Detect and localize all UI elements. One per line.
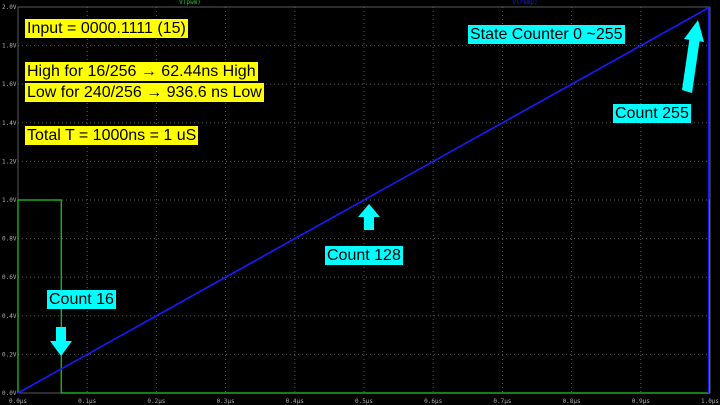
x-tick-label: 0.3µs bbox=[217, 398, 235, 405]
annotation-count-255: Count 255 bbox=[613, 104, 691, 123]
y-tick-label: 0.0V bbox=[2, 390, 17, 397]
y-tick-label: 1.2V bbox=[2, 158, 17, 165]
x-tick-label: 0.5µs bbox=[355, 398, 373, 405]
y-tick-label: 1.4V bbox=[2, 120, 17, 127]
x-tick-label: 0.1µs bbox=[78, 398, 96, 405]
x-tick-label: 0.4µs bbox=[286, 398, 304, 405]
x-tick-label: 0.6µs bbox=[424, 398, 442, 405]
y-tick-label: 0.4V bbox=[2, 313, 17, 320]
legend-entry[interactable]: V(pwm) bbox=[179, 0, 201, 6]
x-tick-label: 0.7µs bbox=[493, 398, 511, 405]
annotation-input: Input = 0000.1111 (15) bbox=[25, 19, 188, 38]
y-tick-label: 2.0V bbox=[2, 4, 17, 11]
annotation-count-128: Count 128 bbox=[325, 246, 403, 265]
x-tick-label: 0.0µs bbox=[9, 398, 27, 405]
x-tick-label: 0.2µs bbox=[147, 398, 165, 405]
legend-entry[interactable]: V(ramp) bbox=[512, 0, 537, 6]
y-tick-label: 0.6V bbox=[2, 274, 17, 281]
y-tick-label: 0.2V bbox=[2, 351, 17, 358]
y-tick-label: 1.0V bbox=[2, 197, 17, 204]
annotation-state-counter: State Counter 0 ~255 bbox=[468, 25, 625, 44]
x-tick-label: 0.9µs bbox=[632, 398, 650, 405]
annotation-count-16: Count 16 bbox=[47, 290, 116, 309]
y-tick-label: 0.8V bbox=[2, 236, 17, 243]
y-tick-label: 1.8V bbox=[2, 43, 17, 50]
y-tick-label: 1.6V bbox=[2, 81, 17, 88]
x-tick-label: 1.0µs bbox=[701, 398, 719, 405]
waveform-plot[interactable]: 0.0µs 0.1µs 0.2µs 0.3µs 0.4µs 0.5µs 0.6µs 0.7µs… bbox=[0, 0, 720, 405]
annotation-total: Total T = 1000ns = 1 uS bbox=[25, 126, 199, 145]
annotation-low: Low for 240/256 → 936.6 ns Low bbox=[25, 83, 264, 102]
x-tick-label: 0.8µs bbox=[563, 398, 581, 405]
annotation-high: High for 16/256 → 62.44ns High bbox=[25, 62, 258, 81]
